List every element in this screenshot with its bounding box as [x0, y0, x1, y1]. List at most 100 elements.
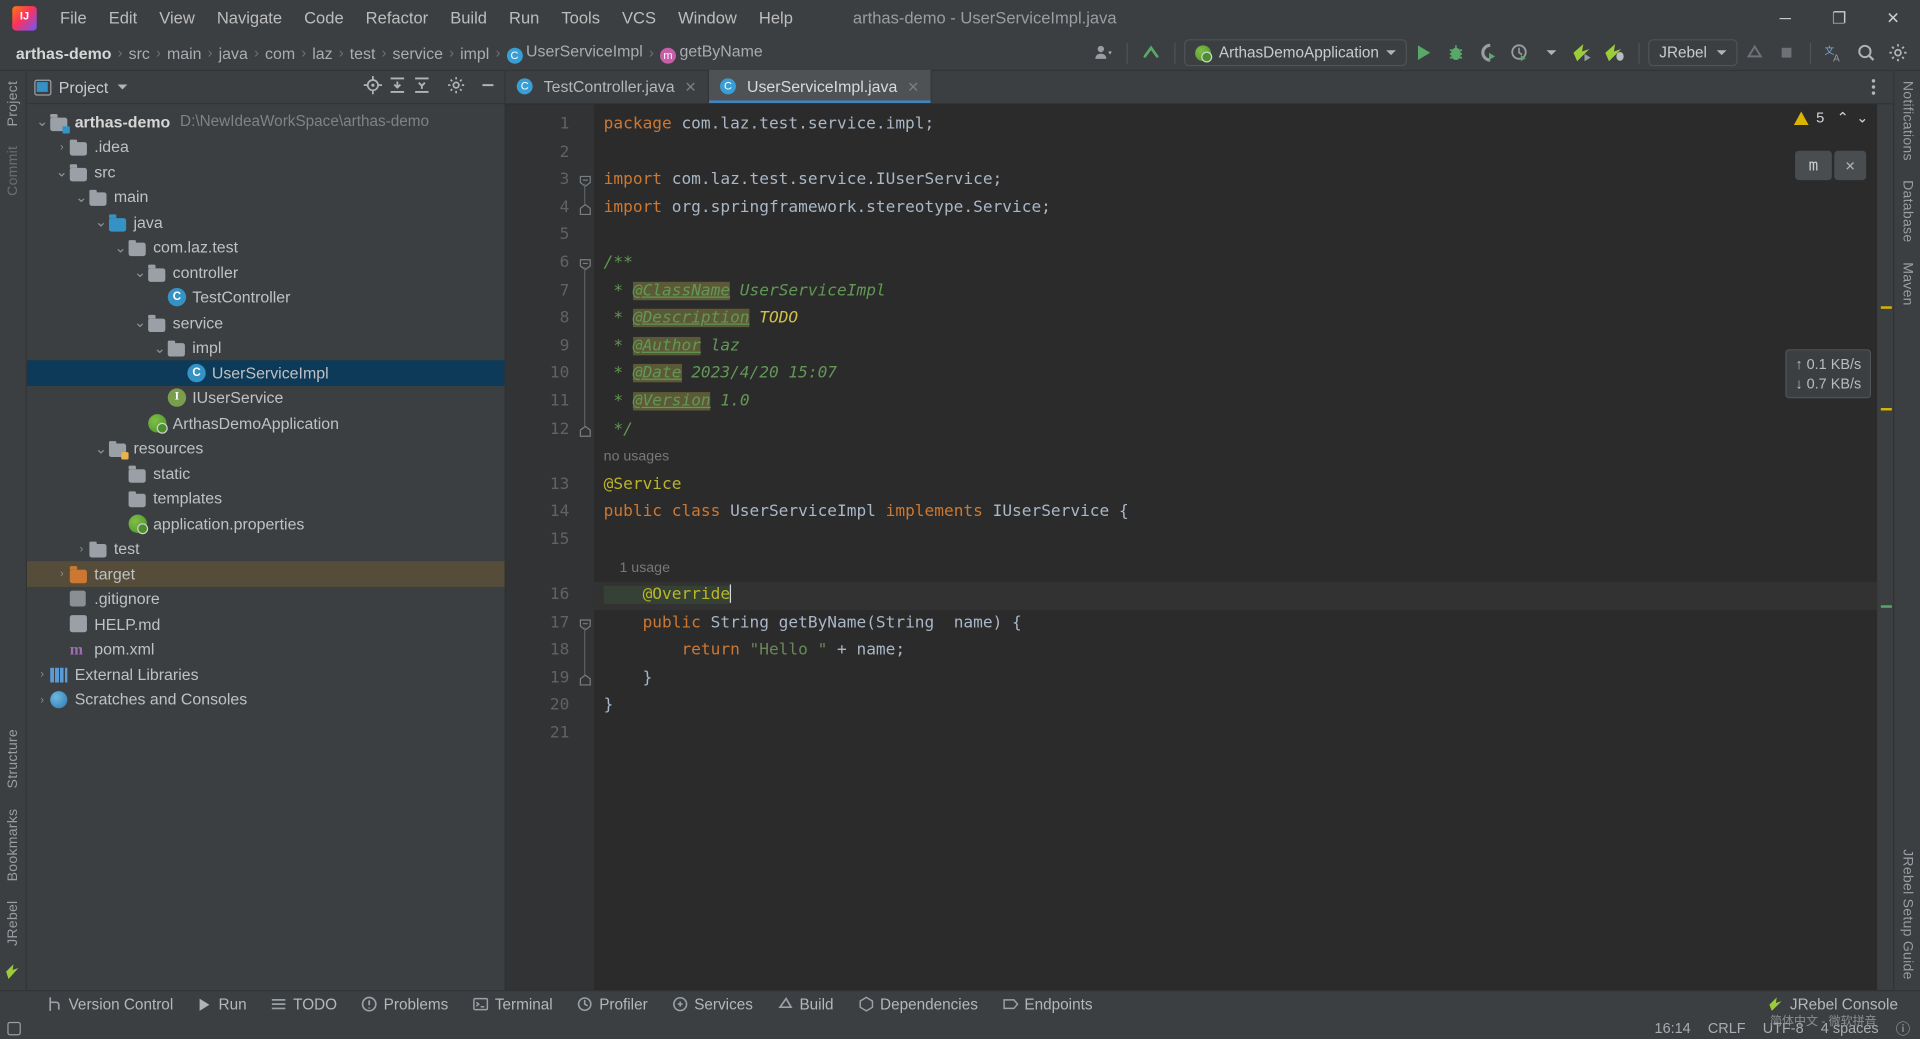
project-settings-gear-icon[interactable] [447, 76, 465, 98]
tree-node-scratches-and-consoles[interactable]: › Scratches and Consoles [27, 687, 505, 712]
tree-node-testcontroller[interactable]: C TestController [27, 285, 505, 310]
search-icon[interactable] [1851, 39, 1880, 66]
floating-close-icon[interactable]: ✕ [1834, 150, 1867, 181]
locate-icon[interactable] [363, 75, 383, 98]
bottom-tab-problems[interactable]: Problems [349, 991, 460, 1018]
code-line[interactable]: @Service [594, 471, 1877, 499]
tool-window-bookmarks[interactable]: Bookmarks [3, 798, 23, 890]
usage-hint[interactable]: no usages [604, 449, 670, 465]
chevron-right-icon[interactable]: › [34, 668, 50, 680]
tree-node-static[interactable]: static [27, 461, 505, 486]
maven-reload-icon[interactable]: m [1795, 150, 1832, 181]
bottom-tab-services[interactable]: Services [660, 991, 765, 1018]
line-number-gutter[interactable]: 1 2 3 4 5 6 7 8 9 10 11 12 13 14 15 16 17 18 19 20 21 [505, 104, 593, 991]
tree-node-external-libraries[interactable]: › External Libraries [27, 662, 505, 687]
tree-node-templates[interactable]: templates [27, 486, 505, 511]
breadcrumb-test[interactable]: test [346, 43, 379, 61]
chevron-right-icon[interactable]: › [73, 543, 89, 555]
menu-refactor[interactable]: Refactor [355, 5, 440, 31]
breadcrumb-impl[interactable]: impl [456, 43, 493, 61]
translate-icon[interactable]: 文A [1820, 39, 1849, 66]
breadcrumb-com[interactable]: com [261, 43, 298, 61]
status-info-icon[interactable]: ⓘ [1896, 1018, 1910, 1039]
stop-button[interactable] [1772, 39, 1801, 66]
update-project-icon[interactable] [1137, 39, 1166, 66]
breadcrumb-class[interactable]: C UserServiceImpl [503, 42, 647, 64]
code-folding-gutter[interactable] [576, 104, 594, 991]
tree-node-pom-xml[interactable]: m pom.xml [27, 637, 505, 662]
code-content[interactable]: package com.laz.test.service.impl; import… [593, 104, 1878, 990]
bottom-tab-todo[interactable]: TODO [259, 991, 349, 1018]
tree-node-controller[interactable]: ⌄ controller [27, 260, 505, 285]
tool-window-notifications[interactable]: Notifications [1897, 71, 1917, 171]
bottom-tab-dependencies[interactable]: Dependencies [846, 991, 990, 1018]
bottom-tab-profiler[interactable]: Profiler [565, 991, 660, 1018]
breadcrumb-service[interactable]: service [389, 43, 447, 61]
tree-node-java[interactable]: ⌄ java [27, 210, 505, 235]
next-problem-icon[interactable]: ⌄ [1856, 109, 1868, 126]
chevron-down-icon[interactable]: ⌄ [132, 315, 148, 330]
menu-navigate[interactable]: Navigate [206, 5, 293, 31]
tree-node-impl[interactable]: ⌄ impl [27, 335, 505, 360]
editor-options-icon[interactable] [1864, 77, 1884, 103]
tree-node-src[interactable]: ⌄ src [27, 159, 505, 184]
menu-tools[interactable]: Tools [550, 5, 611, 31]
profiler-dropdown[interactable] [1537, 39, 1566, 66]
chevron-right-icon[interactable]: › [34, 693, 50, 705]
settings-gear-icon[interactable] [1883, 39, 1912, 66]
debug-button[interactable] [1441, 39, 1470, 66]
jrebel-mode-selector[interactable]: JRebel [1648, 39, 1738, 67]
menu-run[interactable]: Run [498, 5, 550, 31]
hide-panel-icon[interactable] [479, 76, 497, 98]
code-line[interactable]: public String getByName(String name) { [594, 610, 1877, 638]
run-configuration-selector[interactable]: ArthasDemoApplication [1184, 39, 1408, 67]
tool-window-jrebel-setup-guide[interactable]: JRebel Setup Guide [1897, 840, 1917, 990]
close-button[interactable]: ✕ [1866, 0, 1920, 36]
code-line[interactable]: } [594, 665, 1877, 693]
code-line[interactable]: return "Hello " + name; [594, 638, 1877, 666]
chevron-down-icon[interactable]: ⌄ [132, 265, 148, 280]
inlay-hint-line[interactable]: no usages [594, 444, 1877, 472]
tree-node-userserviceimpl[interactable]: C UserServiceImpl [26, 360, 505, 386]
bottom-tab-endpoints[interactable]: Endpoints [990, 991, 1105, 1018]
code-line[interactable]: import com.laz.test.service.IUserService… [594, 167, 1877, 195]
menu-view[interactable]: View [148, 5, 206, 31]
tree-node--idea[interactable]: › .idea [27, 134, 505, 159]
tab-testcontroller[interactable]: C TestController.java ✕ [506, 69, 710, 103]
code-line[interactable]: public class UserServiceImpl implements … [594, 499, 1877, 527]
tree-node-arthasdemoapplication[interactable]: ArthasDemoApplication [27, 410, 505, 435]
tool-window-jrebel[interactable]: JRebel [3, 891, 23, 956]
chevron-down-icon[interactable] [118, 84, 128, 90]
bottom-tab-build[interactable]: Build [765, 991, 846, 1018]
tree-node-test[interactable]: › test [27, 536, 505, 561]
maximize-button[interactable]: ❐ [1812, 0, 1866, 36]
breadcrumb-java[interactable]: java [215, 43, 252, 61]
tree-node-iuserservice[interactable]: I IUserService [27, 385, 505, 410]
user-settings-icon[interactable] [1089, 39, 1118, 66]
tree-node-application-properties[interactable]: application.properties [27, 511, 505, 536]
code-line[interactable] [594, 139, 1877, 167]
tool-window-project[interactable]: Project [3, 71, 23, 136]
usage-hint[interactable]: 1 usage [604, 559, 670, 575]
menu-edit[interactable]: Edit [98, 5, 149, 31]
build-button[interactable] [1740, 39, 1769, 66]
previous-problem-icon[interactable]: ⌃ [1837, 109, 1849, 126]
run-button[interactable] [1409, 39, 1438, 66]
stripe-change[interactable] [1880, 605, 1892, 608]
code-editor[interactable]: 1 2 3 4 5 6 7 8 9 10 11 12 13 14 15 16 17 18 19 20 21 packag… [505, 104, 1894, 991]
tree-node-resources[interactable]: ⌄ resources [27, 436, 505, 461]
collapse-all-icon[interactable] [413, 76, 431, 98]
inspection-widget[interactable]: 5 ⌃ ⌄ [1794, 109, 1869, 126]
code-line[interactable]: package com.laz.test.service.impl; [594, 112, 1877, 140]
tree-node--gitignore[interactable]: .gitignore [27, 586, 505, 611]
project-tree[interactable]: ⌄ arthas-demo D:\NewIdeaWorkSpace\arthas-d… [26, 104, 505, 990]
stripe-warning[interactable] [1880, 306, 1892, 309]
profiler-button[interactable] [1505, 39, 1534, 66]
code-line[interactable]: @Override [593, 582, 1878, 610]
code-line[interactable]: * @Author laz [594, 333, 1877, 361]
code-line[interactable]: import org.springframework.stereotype.Se… [594, 195, 1877, 223]
bottom-tab-run[interactable]: Run [185, 991, 258, 1018]
tool-window-maven[interactable]: Maven [1897, 253, 1917, 316]
menu-window[interactable]: Window [667, 5, 748, 31]
code-line[interactable]: } [594, 693, 1877, 721]
